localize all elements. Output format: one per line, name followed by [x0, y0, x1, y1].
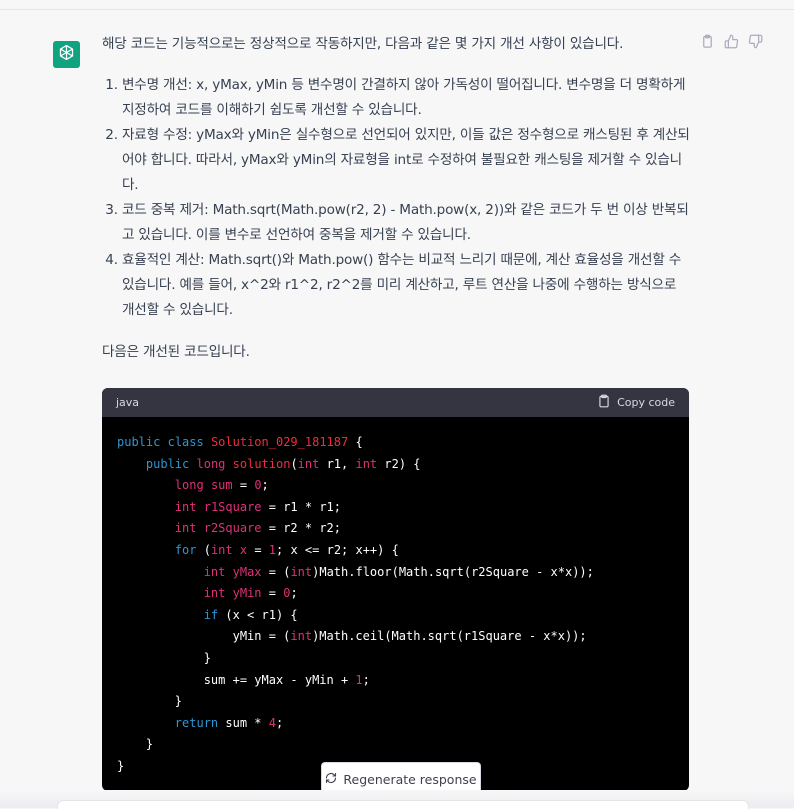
thumbs-up-icon[interactable] — [724, 34, 740, 50]
list-item: 코드 중복 제거: Math.sqrt(Math.pow(r2, 2) - Ma… — [122, 198, 692, 248]
message-content: 해당 코드는 기능적으로는 정상적으로 작동하지만, 다음과 같은 몇 가지 개… — [102, 32, 692, 365]
copy-code-button[interactable]: Copy code — [597, 394, 675, 411]
openai-logo-icon — [57, 43, 76, 66]
code-language-label: java — [116, 396, 140, 409]
regenerate-label: Regenerate response — [343, 771, 477, 787]
improvement-list: 변수명 개선: x, yMax, yMin 등 변수명이 간결하지 않아 가독성… — [102, 73, 692, 323]
code-header: java Copy code — [102, 388, 689, 417]
code-content: public class Solution_029_181187 { publi… — [117, 435, 594, 773]
message-intro: 해당 코드는 기능적으로는 정상적으로 작동하지만, 다음과 같은 몇 가지 개… — [102, 36, 624, 52]
message-outro: 다음은 개선된 코드입니다. — [102, 344, 250, 360]
list-item: 자료형 수정: yMax와 yMin은 실수형으로 선언되어 있지만, 이들 값… — [122, 123, 692, 198]
list-item: 효율적인 계산: Math.sqrt()와 Math.pow() 함수는 비교적… — [122, 248, 692, 323]
copy-icon — [597, 394, 611, 411]
thumbs-down-icon[interactable] — [748, 34, 764, 50]
list-item: 변수명 개선: x, yMax, yMin 등 변수명이 간결하지 않아 가독성… — [122, 73, 692, 123]
code-block: java Copy code public class Solution_029… — [102, 388, 689, 791]
assistant-avatar — [53, 41, 80, 68]
refresh-icon — [325, 772, 337, 787]
clipboard-icon[interactable] — [700, 34, 716, 50]
assistant-message: 해당 코드는 기능적으로는 정상적으로 작동하지만, 다음과 같은 몇 가지 개… — [0, 10, 794, 808]
copy-code-label: Copy code — [617, 396, 675, 409]
message-actions — [700, 34, 764, 50]
